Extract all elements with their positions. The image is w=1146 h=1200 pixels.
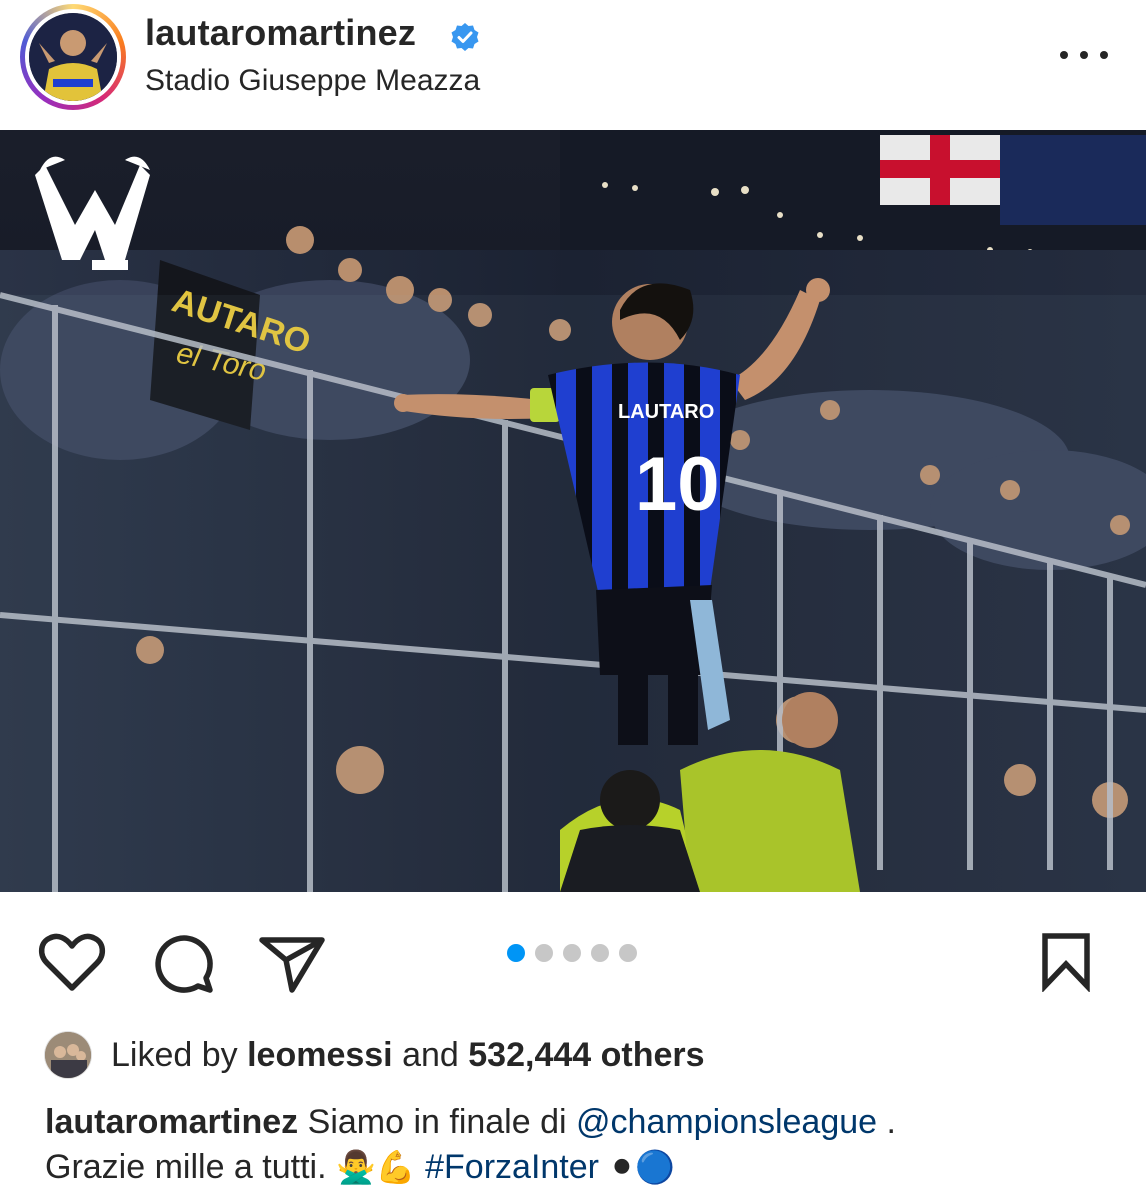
caption-hashtag-link[interactable]: #ForzaInter [425, 1148, 599, 1186]
liked-by-username[interactable]: leomessi [247, 1036, 393, 1074]
caption-text: Siamo in finale di [307, 1103, 567, 1141]
post-caption: lautaromartinez Siamo in finale di @cham… [45, 1100, 1125, 1190]
caption-punctuation: . [886, 1103, 896, 1141]
blue-circle-emoji: 🔵 [635, 1148, 676, 1186]
carousel-dot-active[interactable] [507, 944, 525, 962]
post-photo[interactable]: AUTARO el Toro LAUTARO 10 [0, 130, 1146, 892]
profile-avatar[interactable] [20, 4, 126, 110]
carousel-dot[interactable] [591, 944, 609, 962]
likes-others-count[interactable]: 532,444 others [468, 1036, 704, 1074]
carousel-dot[interactable] [535, 944, 553, 962]
paper-plane-icon[interactable] [258, 934, 328, 994]
heart-icon[interactable] [38, 932, 106, 994]
bookmark-icon[interactable] [1040, 932, 1096, 992]
more-options-button[interactable] [1058, 40, 1110, 70]
flexed-biceps-emoji: 💪 [375, 1148, 416, 1186]
verified-badge-icon [451, 23, 479, 51]
likes-conjunction: and [402, 1036, 459, 1074]
caption-text-line-2: Grazie mille a tutti. [45, 1148, 327, 1186]
post-location[interactable]: Stadio Giuseppe Meazza [145, 64, 480, 98]
likes-text: Liked by leomessi and 532,444 others [111, 1036, 705, 1075]
likes-prefix: Liked by [111, 1036, 238, 1074]
caption-mention-link[interactable]: @championsleague [576, 1103, 877, 1141]
black-circle-emoji: ⚫ [608, 1148, 636, 1186]
post-actions-bar [0, 892, 1146, 1022]
jersey-number: 10 [635, 442, 720, 527]
caption-author[interactable]: lautaromartinez [45, 1103, 298, 1141]
comment-icon[interactable] [150, 932, 216, 994]
jersey-name: LAUTARO [618, 401, 714, 423]
username[interactable]: lautaromartinez [145, 12, 416, 54]
liker-avatar[interactable] [45, 1032, 91, 1078]
more-horizontal-icon [1060, 51, 1068, 59]
carousel-dot[interactable] [563, 944, 581, 962]
carousel-dot[interactable] [619, 944, 637, 962]
no-gesture-emoji: 🙅‍♂️ [335, 1148, 376, 1186]
post-header: lautaromartinez Stadio Giuseppe Meazza [0, 0, 1146, 130]
